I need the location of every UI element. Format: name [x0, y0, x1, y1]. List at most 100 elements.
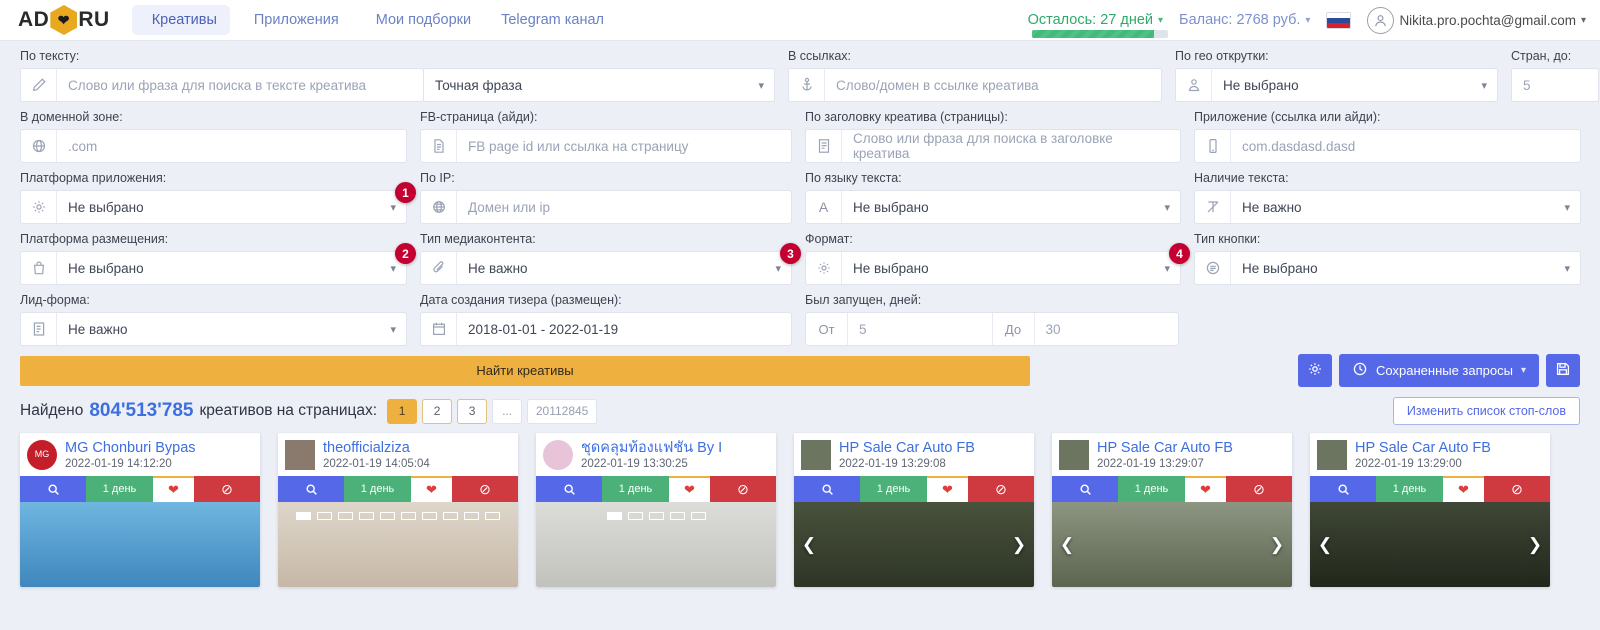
- filter-settings-button[interactable]: [1298, 354, 1332, 387]
- creative-card[interactable]: ชุดคลุมท้องแฟชั่น By I 2022-01-19 13:30:…: [536, 433, 776, 587]
- calendar-icon: [421, 313, 457, 345]
- creative-card[interactable]: theofficialziza 2022-01-19 14:05:04 1 де…: [278, 433, 518, 587]
- logo[interactable]: AD ❤ RU: [18, 5, 110, 35]
- card-favorite-button[interactable]: ❤: [153, 476, 194, 502]
- search-creatives-button[interactable]: Найти креативы: [20, 356, 1030, 386]
- card-search-button[interactable]: [794, 476, 860, 502]
- running-days-from-input[interactable]: 5: [848, 313, 992, 345]
- card-media[interactable]: ❮ ❯: [794, 502, 1034, 587]
- text-search-input[interactable]: Слово или фраза для поиска в тексте креа…: [57, 69, 423, 101]
- media-type-select[interactable]: Не важно ▾: [420, 251, 792, 285]
- user-menu[interactable]: Nikita.pro.pochta@gmail.com ▾: [1367, 7, 1586, 34]
- domain-input[interactable]: .com: [57, 130, 406, 162]
- days-left-block[interactable]: Осталось: 27 дней ▾: [1028, 12, 1163, 28]
- creative-title-control[interactable]: Слово или фраза для поиска в заголовке к…: [805, 129, 1181, 163]
- card-days-badge: 1 день: [1118, 476, 1185, 502]
- card-title[interactable]: HP Sale Car Auto FB: [1355, 439, 1491, 457]
- save-query-button[interactable]: [1546, 354, 1580, 387]
- card-media[interactable]: [278, 502, 518, 587]
- countries-input[interactable]: 5: [1512, 69, 1598, 101]
- settings-gear-icon: [21, 191, 57, 223]
- teaser-date-input[interactable]: 2018-01-01 - 2022-01-19: [457, 313, 791, 345]
- card-search-button[interactable]: [1310, 476, 1376, 502]
- fb-page-control[interactable]: FB page id или ссылка на страницу: [420, 129, 792, 163]
- page-button-last[interactable]: 20112845: [527, 399, 597, 424]
- days-left-link[interactable]: Осталось: 27 дней ▾: [1028, 12, 1163, 28]
- domain-control[interactable]: .com: [20, 129, 407, 163]
- button-type-select[interactable]: Не выбрано ▾: [1194, 251, 1581, 285]
- balance-link[interactable]: Баланс: 2768 руб. ▾: [1179, 12, 1310, 28]
- running-days-to-input[interactable]: 30: [1035, 313, 1179, 345]
- app-platform-select[interactable]: Не выбрано ▾: [20, 190, 407, 224]
- card-title[interactable]: ชุดคลุมท้องแฟชั่น By I: [581, 439, 722, 457]
- page-button-2[interactable]: 2: [422, 399, 452, 424]
- links-search-control[interactable]: Слово/домен в ссылке креатива: [788, 68, 1162, 102]
- ip-control[interactable]: Домен или ip: [420, 190, 792, 224]
- phrase-mode-select[interactable]: Точная фраза ▾: [423, 68, 775, 102]
- ru-flag-icon[interactable]: [1326, 12, 1351, 29]
- card-favorite-button[interactable]: ❤: [927, 476, 968, 502]
- filter-label: По IP:: [420, 171, 792, 185]
- geo-select-control[interactable]: Не выбрано ▾: [1175, 68, 1498, 102]
- card-title[interactable]: theofficialziza: [323, 439, 430, 457]
- carousel-prev-icon[interactable]: ❮: [1312, 532, 1338, 558]
- page-button-3[interactable]: 3: [457, 399, 487, 424]
- text-search-control[interactable]: Слово или фраза для поиска в тексте креа…: [20, 68, 424, 102]
- links-search-input[interactable]: Слово/домен в ссылке креатива: [825, 69, 1161, 101]
- creative-card[interactable]: HP Sale Car Auto FB 2022-01-19 13:29:07 …: [1052, 433, 1292, 587]
- application-input[interactable]: com.dasdasd.dasd: [1231, 130, 1580, 162]
- format-select[interactable]: Не выбрано ▾: [805, 251, 1181, 285]
- creative-card[interactable]: HP Sale Car Auto FB 2022-01-19 13:29:00 …: [1310, 433, 1550, 587]
- running-days-control[interactable]: От 5 До 30: [805, 312, 1179, 346]
- card-media[interactable]: [20, 502, 260, 587]
- card-search-button[interactable]: [20, 476, 86, 502]
- text-language-select[interactable]: A Не выбрано ▾: [805, 190, 1181, 224]
- chevron-down-icon: ▾: [1481, 79, 1487, 92]
- carousel-prev-icon[interactable]: ❮: [1054, 532, 1080, 558]
- nav-item-my-collections[interactable]: Мои подборки: [356, 5, 484, 35]
- carousel-next-icon[interactable]: ❯: [1522, 532, 1548, 558]
- carousel-prev-icon[interactable]: ❮: [796, 532, 822, 558]
- page-button-1[interactable]: 1: [387, 399, 417, 424]
- card-search-button[interactable]: [1052, 476, 1118, 502]
- card-media[interactable]: ❮ ❯: [1310, 502, 1550, 587]
- creative-card[interactable]: HP Sale Car Auto FB 2022-01-19 13:29:08 …: [794, 433, 1034, 587]
- card-block-button[interactable]: ⊘: [1484, 476, 1550, 502]
- placement-platform-select[interactable]: Не выбрано ▾: [20, 251, 407, 285]
- card-block-button[interactable]: ⊘: [1226, 476, 1292, 502]
- card-title[interactable]: MG Chonburi Bypas: [65, 439, 196, 457]
- carousel-next-icon[interactable]: ❯: [1264, 532, 1290, 558]
- media-type-value: Не важно: [468, 261, 528, 276]
- fb-page-input[interactable]: FB page id или ссылка на страницу: [457, 130, 791, 162]
- card-favorite-button[interactable]: ❤: [669, 476, 710, 502]
- nav-item-creatives[interactable]: Креативы: [132, 5, 230, 35]
- card-title[interactable]: HP Sale Car Auto FB: [1097, 439, 1233, 457]
- card-search-button[interactable]: [278, 476, 344, 502]
- edit-stop-words-button[interactable]: Изменить список стоп-слов: [1393, 397, 1580, 425]
- card-favorite-button[interactable]: ❤: [411, 476, 452, 502]
- card-block-button[interactable]: ⊘: [710, 476, 776, 502]
- results-row: Найдено 804'513'785 креативов на страниц…: [0, 387, 1600, 433]
- countries-control[interactable]: 5: [1511, 68, 1599, 102]
- nav-item-telegram-channel[interactable]: Telegram канал: [488, 5, 617, 35]
- teaser-date-control[interactable]: 2018-01-01 - 2022-01-19: [420, 312, 792, 346]
- card-media[interactable]: [536, 502, 776, 587]
- filter-badge-2: 2: [395, 243, 416, 264]
- card-search-button[interactable]: [536, 476, 602, 502]
- card-block-button[interactable]: ⊘: [194, 476, 260, 502]
- card-favorite-button[interactable]: ❤: [1185, 476, 1226, 502]
- card-title[interactable]: HP Sale Car Auto FB: [839, 439, 975, 457]
- card-media[interactable]: ❮ ❯: [1052, 502, 1292, 587]
- card-favorite-button[interactable]: ❤: [1443, 476, 1484, 502]
- card-block-button[interactable]: ⊘: [452, 476, 518, 502]
- creative-card[interactable]: MG MG Chonburi Bypas 2022-01-19 14:12:20…: [20, 433, 260, 587]
- application-control[interactable]: com.dasdasd.dasd: [1194, 129, 1581, 163]
- saved-queries-button[interactable]: Сохраненные запросы ▾: [1339, 354, 1539, 387]
- ip-input[interactable]: Домен или ip: [457, 191, 791, 223]
- lead-form-select[interactable]: Не важно ▾: [20, 312, 407, 346]
- carousel-next-icon[interactable]: ❯: [1006, 532, 1032, 558]
- card-block-button[interactable]: ⊘: [968, 476, 1034, 502]
- creative-title-input[interactable]: Слово или фраза для поиска в заголовке к…: [842, 130, 1180, 162]
- nav-item-applications[interactable]: Приложения: [234, 5, 352, 35]
- has-text-select[interactable]: Не важно ▾: [1194, 190, 1581, 224]
